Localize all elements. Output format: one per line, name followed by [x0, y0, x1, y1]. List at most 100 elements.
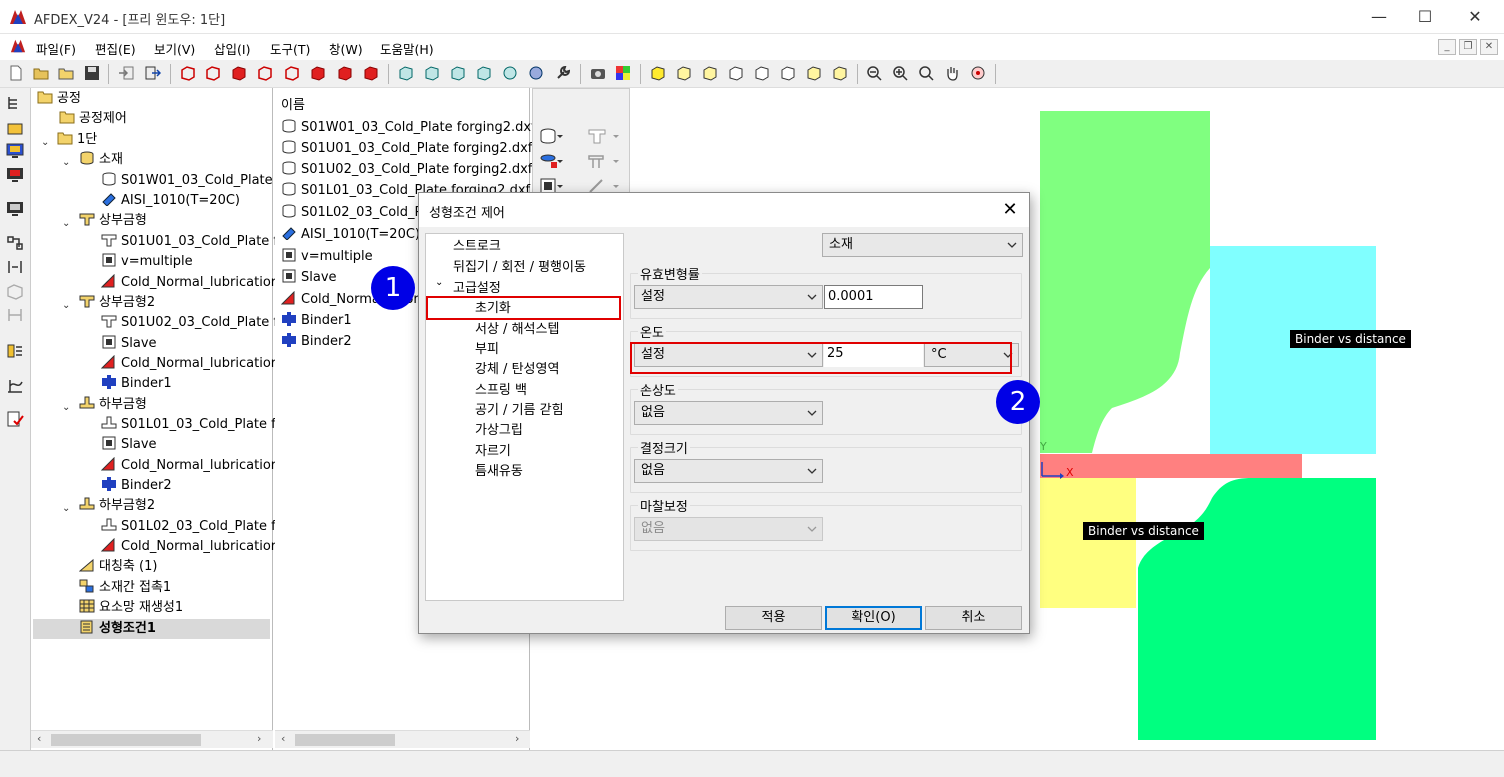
- tree-item-upper-die-2-slave[interactable]: Slave: [101, 334, 157, 354]
- gauge-tool-icon[interactable]: [6, 342, 24, 360]
- rotate-view-icon[interactable]: [502, 65, 518, 81]
- tree-item-binder2[interactable]: Binder2: [101, 476, 172, 496]
- monitor-color-icon[interactable]: [6, 142, 24, 160]
- settings-item-volume[interactable]: 부피: [475, 338, 499, 357]
- cube-teal-3-icon[interactable]: [450, 65, 466, 81]
- settings-item-air-oil-trap[interactable]: 공기 / 기름 갇힘: [475, 399, 564, 418]
- list-horizontal-scrollbar[interactable]: ‹ ›: [275, 730, 530, 748]
- collapse-stage-icon[interactable]: ⌄: [41, 137, 49, 148]
- add-material-icon[interactable]: [539, 127, 565, 145]
- strain-value-input[interactable]: 0.0001: [824, 285, 923, 309]
- close-window-button[interactable]: ✕: [1452, 0, 1498, 34]
- tree-item-lower-die-slave[interactable]: Slave: [101, 435, 157, 455]
- minimize-button[interactable]: —: [1356, 0, 1402, 34]
- cube-red-7-icon[interactable]: [337, 65, 353, 81]
- cube-outline-2-icon[interactable]: [754, 65, 770, 81]
- tree-item-lower-die[interactable]: 하부금형: [79, 395, 147, 415]
- grain-mode-select[interactable]: 없음: [634, 459, 823, 483]
- tree-item-upper-die-velocity[interactable]: v=multiple: [101, 252, 193, 272]
- list-item[interactable]: S01L02_03_Cold_Pl: [281, 203, 426, 223]
- tree-item-lower-die-2[interactable]: 하부금형2: [79, 496, 155, 516]
- cube-outline-1-icon[interactable]: [728, 65, 744, 81]
- add-press-icon[interactable]: [587, 152, 621, 170]
- list-item[interactable]: Binder1: [281, 311, 352, 331]
- pan-hand-icon[interactable]: [944, 65, 960, 81]
- tree-item-process[interactable]: 공정: [37, 89, 81, 109]
- add-material-prop-icon[interactable]: [539, 152, 565, 170]
- list-item[interactable]: v=multiple: [281, 247, 373, 267]
- settings-item-springback[interactable]: 스프링 백: [475, 379, 527, 398]
- list-item[interactable]: AISI_1010(T=20C): [281, 225, 420, 245]
- cancel-button[interactable]: 취소: [925, 606, 1022, 630]
- strain-mode-select[interactable]: 설정: [634, 285, 823, 309]
- apply-button[interactable]: 적용: [725, 606, 822, 630]
- export-icon[interactable]: [145, 65, 161, 81]
- target-select[interactable]: 소재: [822, 233, 1023, 257]
- tree-item-material-property[interactable]: AISI_1010(T=20C): [101, 191, 240, 211]
- dialog-close-button[interactable]: ✕: [997, 197, 1023, 223]
- camera-icon[interactable]: [590, 65, 606, 81]
- tree-item-lower-die-2-shape[interactable]: S01L02_03_Cold_Plate f: [101, 517, 276, 537]
- list-item[interactable]: S01U02_03_Cold_Plate forging2.dxf: [281, 160, 532, 180]
- add-die-icon[interactable]: [587, 127, 621, 145]
- import-icon[interactable]: [118, 65, 134, 81]
- settings-item-stroke[interactable]: 스트로크: [453, 235, 501, 254]
- cube-red-8-icon[interactable]: [363, 65, 379, 81]
- cube-red-1-icon[interactable]: [180, 65, 196, 81]
- settings-item-analysis-step[interactable]: 서상 / 해석스텝: [475, 318, 559, 337]
- open-folder-icon[interactable]: [58, 65, 74, 81]
- zoom-out-icon[interactable]: [866, 65, 882, 81]
- tree-item-material[interactable]: 소재: [79, 150, 123, 170]
- cube-red-4-icon[interactable]: [257, 65, 273, 81]
- list-item[interactable]: Binder2: [281, 332, 352, 352]
- tree-horizontal-scrollbar[interactable]: ‹ ›: [31, 730, 273, 748]
- monitor-red-icon[interactable]: [6, 166, 24, 184]
- tree-item-binder1[interactable]: Binder1: [101, 374, 172, 394]
- color-palette-icon[interactable]: [615, 65, 631, 81]
- collapse-upper-die-icon[interactable]: ⌄: [62, 218, 70, 229]
- collapse-upper-die2-icon[interactable]: ⌄: [62, 300, 70, 311]
- tree-item-upper-die[interactable]: 상부금형: [79, 211, 147, 231]
- mdi-minimize-button[interactable]: _: [1438, 39, 1456, 55]
- list-header-name[interactable]: 이름: [281, 94, 305, 113]
- advanced-collapse-icon[interactable]: ⌄: [435, 277, 443, 288]
- cube-swap-icon[interactable]: [806, 65, 822, 81]
- list-item[interactable]: S01U01_03_Cold_Plate forging2.dxf: [281, 139, 532, 159]
- settings-item-flip-rotate[interactable]: 뒤집기 / 회전 / 평행이동: [453, 256, 586, 275]
- list-item[interactable]: S01W01_03_Cold_Plate forging2.dxf: [281, 118, 536, 138]
- menu-insert[interactable]: 삽입(I): [214, 39, 250, 58]
- save-icon[interactable]: [84, 65, 100, 81]
- menu-file[interactable]: 파일(F): [36, 39, 76, 58]
- globe-view-icon[interactable]: [528, 65, 544, 81]
- cube-teal-1-icon[interactable]: [398, 65, 414, 81]
- tree-item-material-contact[interactable]: 소재간 접촉1: [79, 578, 171, 598]
- tree-item-upper-die-2[interactable]: 상부금형2: [79, 293, 155, 313]
- cube-teal-4-icon[interactable]: [476, 65, 492, 81]
- menu-edit[interactable]: 편집(E): [95, 39, 136, 58]
- menu-view[interactable]: 보기(V): [154, 39, 195, 58]
- distribute-tool-icon[interactable]: [6, 258, 24, 276]
- mdi-restore-button[interactable]: ❐: [1459, 39, 1477, 55]
- settings-item-cut[interactable]: 자르기: [475, 440, 511, 459]
- new-file-icon[interactable]: [8, 65, 24, 81]
- cube-red-3-icon[interactable]: [231, 65, 247, 81]
- tree-item-process-control[interactable]: 공정제어: [59, 109, 127, 129]
- tree-item-upper-die-lubrication[interactable]: Cold_Normal_lubricatior: [101, 273, 276, 293]
- menu-tools[interactable]: 도구(T): [270, 39, 310, 58]
- collapse-lower-die2-icon[interactable]: ⌄: [62, 503, 70, 514]
- settings-item-rigid-elastic[interactable]: 강체 / 탄성영역: [475, 358, 559, 377]
- zoom-in-icon[interactable]: [892, 65, 908, 81]
- list-item[interactable]: Slave: [281, 268, 337, 288]
- open-file-icon[interactable]: [33, 65, 49, 81]
- tree-item-remeshing[interactable]: 요소망 재생성1: [79, 598, 183, 618]
- tree-item-upper-die-shape[interactable]: S01U01_03_Cold_Plate f: [101, 232, 278, 252]
- settings-item-advanced[interactable]: 고급설정: [453, 277, 501, 296]
- box-tool-icon[interactable]: [6, 282, 24, 300]
- cube-yellow-3-icon[interactable]: [702, 65, 718, 81]
- damage-mode-select[interactable]: 없음: [634, 401, 823, 425]
- cube-teal-2-icon[interactable]: [424, 65, 440, 81]
- plot-tool-icon[interactable]: [6, 376, 24, 394]
- menu-window[interactable]: 창(W): [329, 39, 363, 58]
- monitor-icon[interactable]: [6, 200, 24, 218]
- settings-item-virtual-grip[interactable]: 가상그립: [475, 419, 523, 438]
